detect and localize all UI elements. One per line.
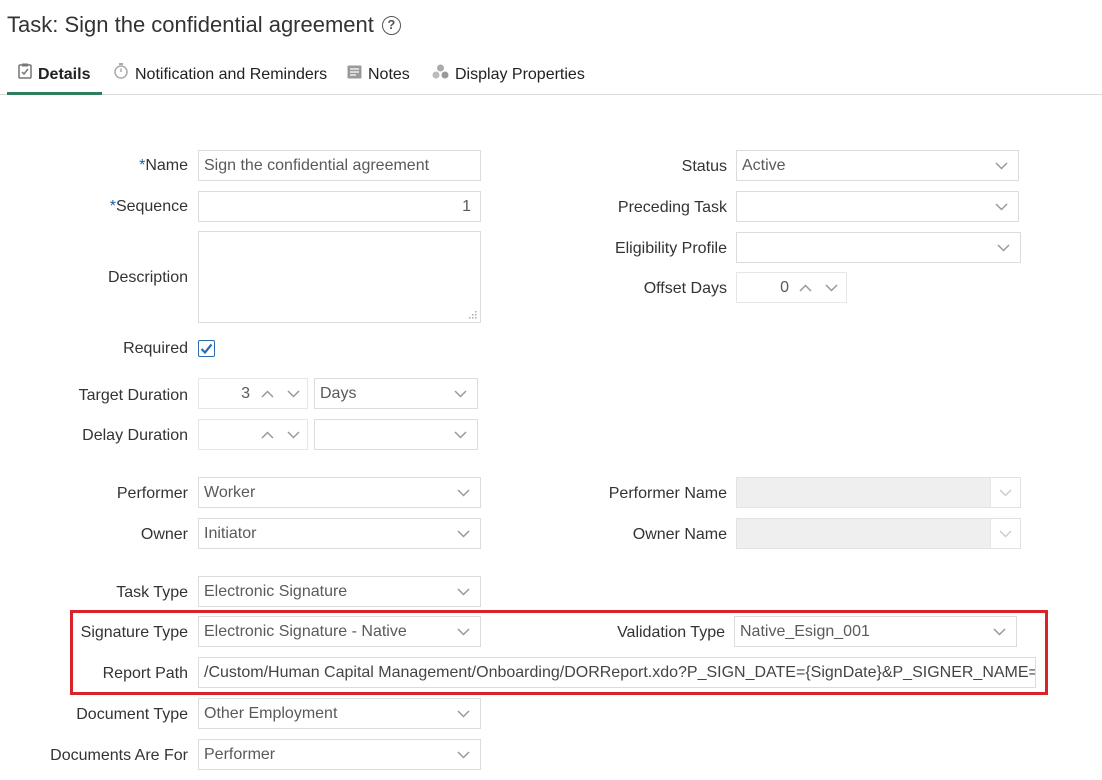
chevron-down-icon <box>457 577 470 606</box>
owner-value: Initiator <box>204 525 257 542</box>
preceding-task-select[interactable] <box>736 191 1019 222</box>
documents-are-for-select[interactable]: Performer <box>198 739 481 770</box>
performer-name-select <box>736 477 1021 508</box>
sequence-label-text: Sequence <box>115 198 188 215</box>
name-label-text: Name <box>145 157 188 174</box>
stopwatch-icon <box>113 60 129 90</box>
target-duration-value: 3 <box>241 385 250 402</box>
cluster-dots-icon <box>432 60 449 90</box>
highlight-annotation-box <box>70 610 1048 695</box>
description-label: Description <box>107 269 188 286</box>
document-type-value: Other Employment <box>204 705 338 722</box>
checkmark-icon <box>200 343 213 355</box>
chevron-down-icon <box>457 478 470 507</box>
performer-value: Worker <box>204 484 256 501</box>
status-value: Active <box>742 157 786 174</box>
owner-label: Owner <box>140 526 188 543</box>
chevron-down-icon <box>995 151 1008 180</box>
target-duration-stepper[interactable]: 3 <box>198 378 308 409</box>
chevron-down-icon <box>990 478 1020 507</box>
performer-label: Performer <box>116 485 188 502</box>
delay-duration-stepper[interactable] <box>198 419 308 450</box>
sequence-label: *Sequence <box>110 197 188 217</box>
chevron-down-icon <box>997 233 1010 262</box>
decrement-icon[interactable] <box>287 379 300 408</box>
tab-bar: Details Notification and Reminders Notes… <box>0 60 1102 95</box>
documents-are-for-label: Documents Are For <box>50 747 188 764</box>
eligibility-profile-select[interactable] <box>736 232 1021 263</box>
name-label: *Name <box>139 156 188 176</box>
chevron-down-icon <box>454 379 467 408</box>
tab-details[interactable]: Details <box>7 60 102 95</box>
name-input[interactable]: Sign the confidential agreement <box>198 150 481 181</box>
chevron-down-icon <box>457 519 470 548</box>
status-select[interactable]: Active <box>736 150 1019 181</box>
decrement-icon[interactable] <box>825 273 838 302</box>
chevron-down-icon <box>995 192 1008 221</box>
target-duration-label: Target Duration <box>78 387 188 404</box>
page-title: Task: Sign the confidential agreement? <box>7 11 401 39</box>
task-type-label: Task Type <box>116 584 188 601</box>
delay-duration-unit-select[interactable] <box>314 419 478 450</box>
required-checkbox[interactable] <box>198 340 215 357</box>
tab-notes-label: Notes <box>368 66 410 84</box>
offset-days-value: 0 <box>780 279 789 296</box>
task-type-select[interactable]: Electronic Signature <box>198 576 481 607</box>
increment-icon[interactable] <box>799 273 812 302</box>
help-icon[interactable]: ? <box>381 16 401 35</box>
chevron-down-icon <box>457 740 470 769</box>
tab-display-label: Display Properties <box>455 66 585 84</box>
chevron-down-icon <box>990 519 1020 548</box>
documents-are-for-value: Performer <box>204 746 276 763</box>
increment-icon[interactable] <box>261 420 274 449</box>
status-label: Status <box>681 158 727 175</box>
chevron-down-icon <box>457 699 470 728</box>
delay-duration-label: Delay Duration <box>82 427 188 444</box>
notes-icon <box>347 60 362 90</box>
owner-name-label: Owner Name <box>632 526 727 543</box>
target-duration-unit-value: Days <box>320 385 357 402</box>
sequence-input[interactable]: 1 <box>198 191 481 222</box>
target-duration-unit-select[interactable]: Days <box>314 378 478 409</box>
preceding-task-label: Preceding Task <box>617 199 727 216</box>
decrement-icon[interactable] <box>287 420 300 449</box>
owner-select[interactable]: Initiator <box>198 518 481 549</box>
performer-name-label: Performer Name <box>608 485 727 502</box>
tab-display-properties[interactable]: Display Properties <box>432 60 585 95</box>
increment-icon[interactable] <box>261 379 274 408</box>
description-textarea[interactable] <box>198 231 481 323</box>
eligibility-profile-label: Eligibility Profile <box>614 240 727 257</box>
tab-notification-reminders[interactable]: Notification and Reminders <box>113 60 327 95</box>
owner-name-select <box>736 518 1021 549</box>
task-type-value: Electronic Signature <box>204 583 348 600</box>
clipboard-icon <box>18 60 32 90</box>
chevron-down-icon <box>454 420 467 449</box>
document-type-label: Document Type <box>76 706 188 723</box>
document-type-select[interactable]: Other Employment <box>198 698 481 729</box>
performer-select[interactable]: Worker <box>198 477 481 508</box>
tab-notification-label: Notification and Reminders <box>135 66 328 84</box>
page-title-text: Task: Sign the confidential agreement <box>7 12 374 37</box>
offset-days-stepper[interactable]: 0 <box>736 272 847 303</box>
tab-details-label: Details <box>38 66 91 84</box>
tab-notes[interactable]: Notes <box>347 60 410 95</box>
required-label: Required <box>123 340 188 357</box>
resize-grip-icon[interactable] <box>469 311 477 319</box>
offset-days-label: Offset Days <box>643 280 727 297</box>
